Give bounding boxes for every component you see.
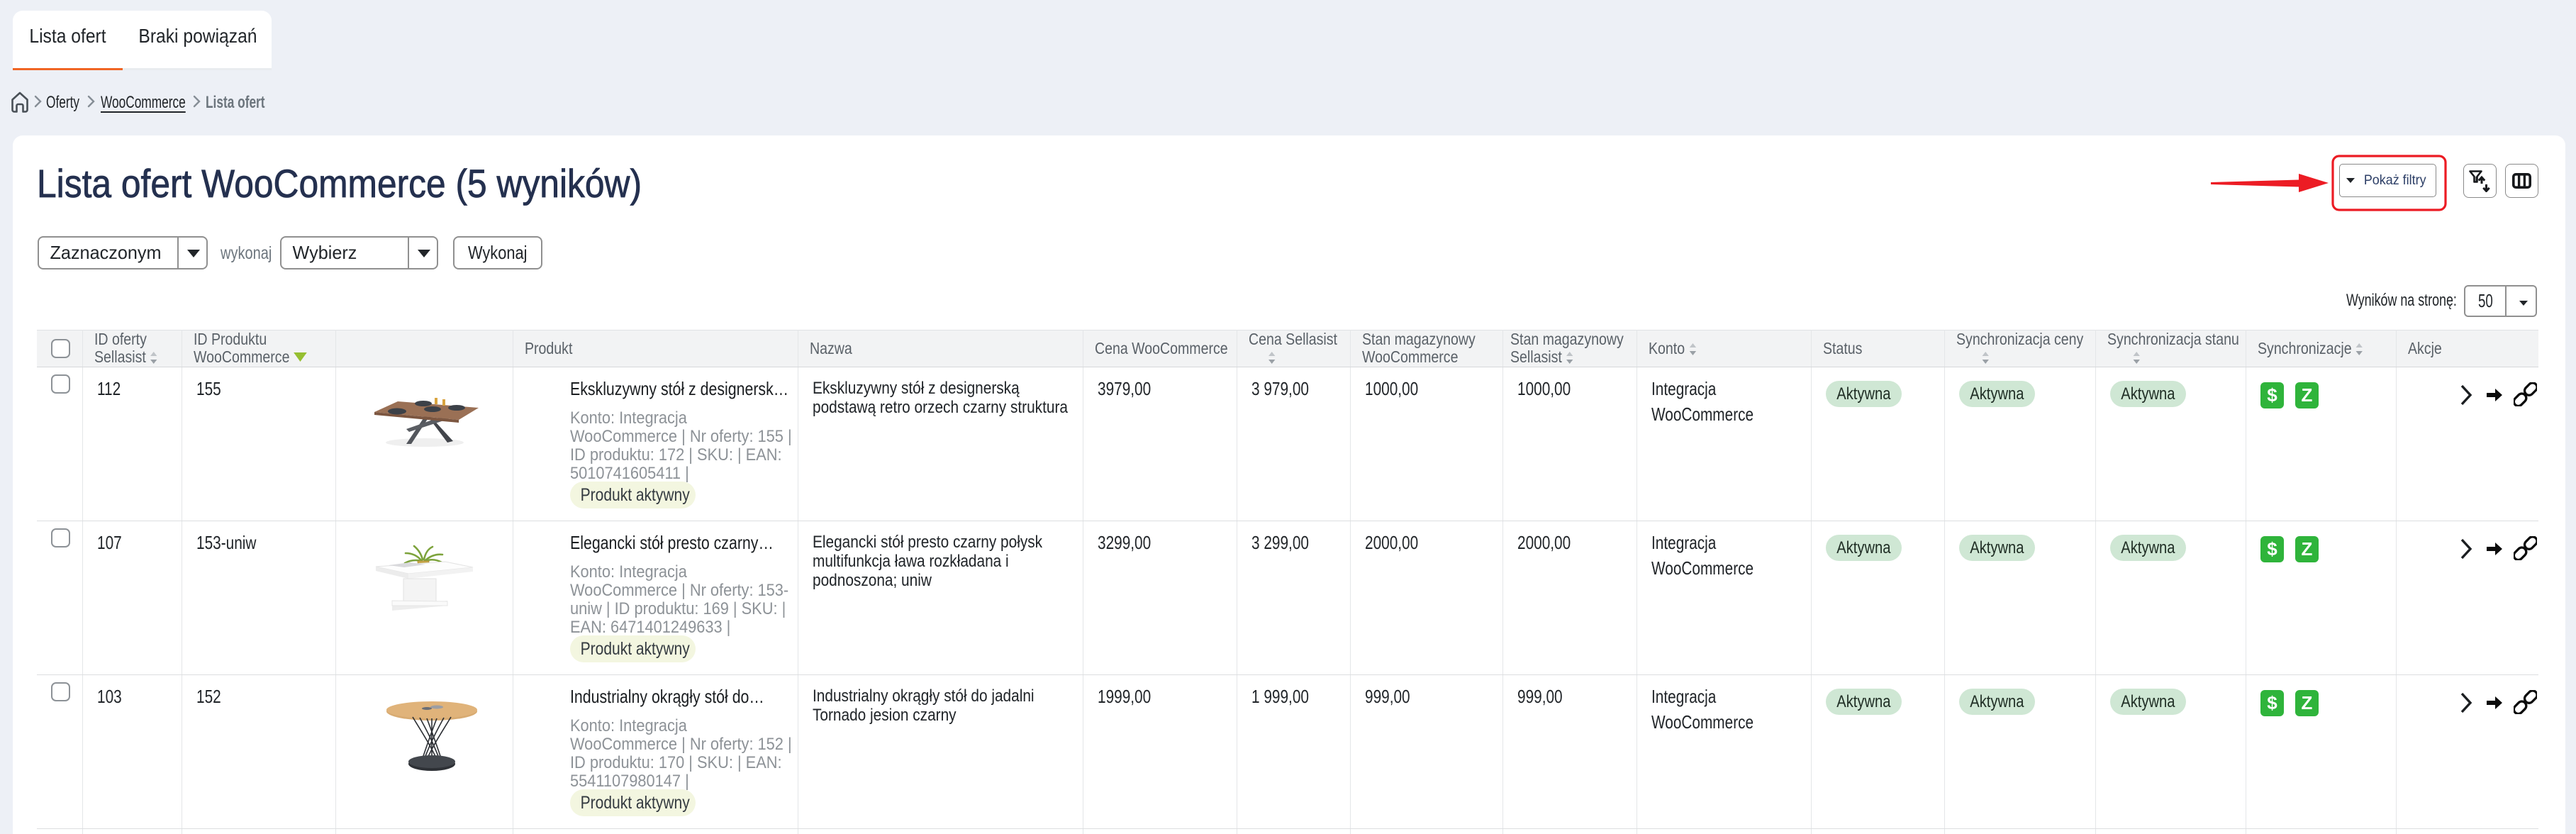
- svg-text:Z: Z: [2301, 538, 2312, 560]
- svg-text:Z: Z: [2301, 384, 2312, 406]
- svg-text:$: $: [2267, 692, 2277, 713]
- svg-text:Z: Z: [2301, 692, 2312, 713]
- svg-text:$: $: [2267, 538, 2277, 560]
- svg-text:$: $: [2267, 384, 2277, 406]
